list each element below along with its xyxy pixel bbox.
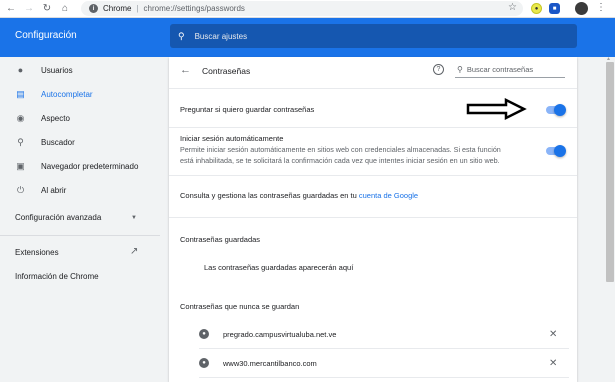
back-arrow-icon[interactable]: ← (180, 64, 191, 76)
settings-sidebar: ● Usuarios ▤ Autocompletar ◉ Aspecto ⚲ B… (0, 57, 160, 382)
globe-icon: ● (199, 358, 209, 368)
manage-passwords-text: Consulta y gestiona las contraseñas guar… (180, 191, 418, 200)
never-saved-header: Contraseñas que nunca se guardan (180, 302, 300, 311)
page-title: Contraseñas (202, 66, 251, 76)
forward-arrow-icon[interactable]: → (22, 2, 36, 16)
profile-avatar[interactable] (575, 2, 588, 15)
home-icon[interactable]: ⌂ (58, 2, 72, 16)
more-menu-icon[interactable]: ⋮ (596, 2, 606, 13)
settings-search-box[interactable]: ⚲ (170, 24, 577, 48)
password-search[interactable]: ⚲ (455, 62, 565, 78)
divider (169, 217, 577, 218)
saved-passwords-header: Contraseñas guardadas (180, 235, 261, 244)
sidebar-item-autofill[interactable]: ▤ Autocompletar (0, 84, 160, 104)
globe-icon: ● (199, 329, 209, 339)
person-icon: ● (17, 65, 24, 75)
extension-shield-icon[interactable]: ■ (549, 3, 560, 14)
open-in-new-icon[interactable]: ↗ (130, 246, 138, 257)
divider (199, 377, 569, 378)
divider (169, 88, 577, 89)
divider (199, 348, 569, 349)
search-icon: ⚲ (17, 136, 24, 147)
palette-icon: ◉ (16, 112, 25, 123)
divider (169, 127, 577, 128)
sidebar-item-default-browser[interactable]: ▣ Navegador predeterminado (0, 156, 160, 176)
site-name: pregrado.campusvirtualuba.net.ve (223, 329, 337, 339)
toggle-knob (554, 145, 566, 157)
google-account-link[interactable]: cuenta de Google (359, 191, 418, 200)
settings-header: Configuración ⚲ (0, 18, 615, 57)
sidebar-item-appearance[interactable]: ◉ Aspecto (0, 108, 160, 128)
sidebar-item-on-startup[interactable]: ⏻ Al abrir (0, 180, 160, 200)
sidebar-extensions[interactable]: Extensiones (15, 248, 59, 257)
toggle-knob (554, 104, 566, 116)
arrow-annotation (466, 98, 527, 120)
sidebar-item-label: Autocompletar (41, 89, 93, 99)
scrollbar-thumb[interactable] (606, 62, 614, 282)
saved-passwords-empty: Las contraseñas guardadas aparecerán aqu… (204, 263, 354, 272)
reload-icon[interactable]: ↻ (40, 2, 54, 16)
sidebar-item-label: Aspecto (41, 113, 70, 123)
sidebar-item-label: Buscador (41, 137, 75, 147)
sidebar-item-users[interactable]: ● Usuarios (0, 60, 160, 80)
sidebar-item-label: Al abrir (41, 185, 67, 195)
sidebar-item-search-engine[interactable]: ⚲ Buscador (0, 132, 160, 152)
search-icon: ⚲ (457, 65, 463, 74)
help-icon[interactable]: ? (433, 64, 444, 75)
divider (169, 175, 577, 176)
browser-icon: ▣ (16, 160, 25, 171)
back-arrow-icon[interactable]: ← (4, 2, 18, 16)
settings-search-input[interactable] (194, 31, 545, 41)
bookmark-star-icon[interactable]: ☆ (508, 2, 517, 13)
close-icon[interactable]: ✕ (549, 329, 557, 340)
sidebar-item-label: Usuarios (41, 65, 73, 75)
chevron-down-icon[interactable]: ▼ (131, 215, 137, 221)
extension-icon[interactable]: ● (531, 3, 542, 14)
address-separator: | (136, 4, 139, 13)
site-name: www30.mercantilbanco.com (223, 358, 317, 368)
list-item: ● pregrado.campusvirtualuba.net.ve ✕ (199, 321, 569, 347)
address-url[interactable]: chrome://settings/passwords (144, 4, 245, 13)
password-search-input[interactable] (466, 65, 562, 74)
sidebar-about[interactable]: Información de Chrome (15, 272, 99, 281)
sidebar-advanced[interactable]: Configuración avanzada (15, 213, 101, 222)
autosignin-toggle[interactable] (546, 145, 566, 157)
sidebar-divider (0, 235, 160, 236)
autosignin-title: Iniciar sesión automáticamente (180, 134, 284, 143)
site-info-icon[interactable]: i (89, 4, 98, 13)
browser-toolbar: ← → ↻ ⌂ i Chrome | chrome://settings/pas… (0, 0, 615, 18)
offer-save-label: Preguntar si quiero guardar contraseñas (180, 105, 315, 114)
offer-save-toggle[interactable] (546, 104, 566, 116)
close-icon[interactable]: ✕ (549, 358, 557, 369)
power-icon: ⏻ (16, 184, 25, 195)
clipboard-icon: ▤ (16, 88, 25, 99)
search-icon: ⚲ (178, 30, 185, 41)
sidebar-item-label: Navegador predeterminado (41, 161, 139, 171)
site-label: Chrome (103, 4, 132, 13)
autosignin-description: Permite iniciar sesión automáticamente e… (180, 145, 501, 165)
manage-prefix: Consulta y gestiona las contraseñas guar… (180, 191, 359, 200)
settings-title: Configuración (15, 30, 77, 41)
address-bar[interactable]: i Chrome | chrome://settings/passwords ☆ (81, 1, 523, 16)
list-item: ● www30.mercantilbanco.com ✕ (199, 350, 569, 376)
